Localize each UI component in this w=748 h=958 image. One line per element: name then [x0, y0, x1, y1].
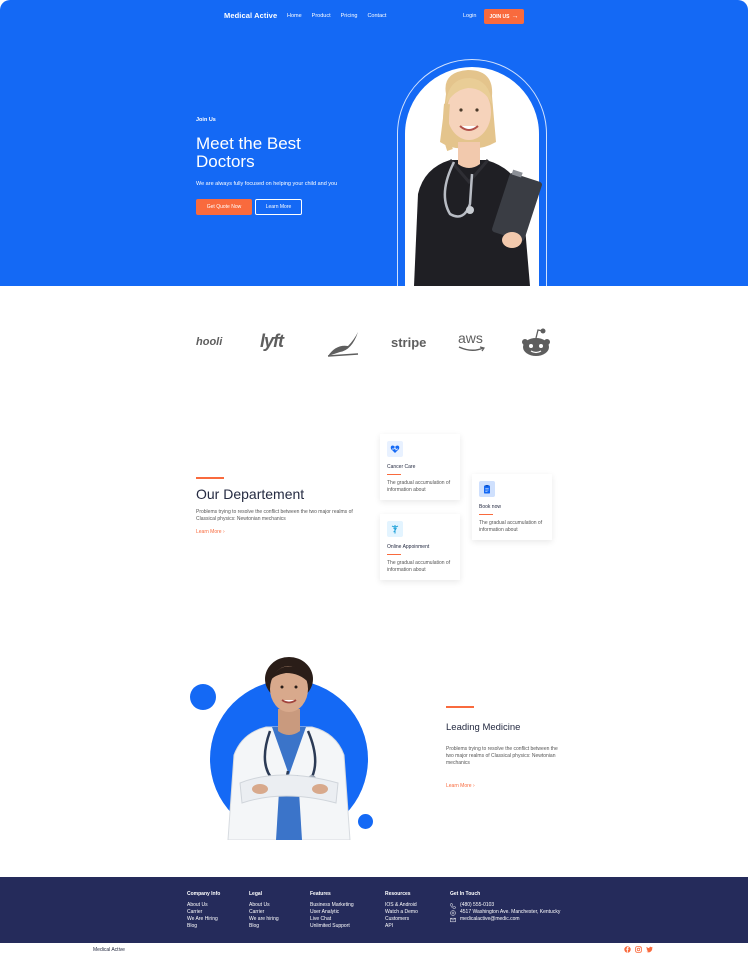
- learn-more-button[interactable]: Learn More: [255, 199, 302, 215]
- social-links: [624, 946, 653, 953]
- address-text: 4517 Washington Ave. Manchester, Kentuck…: [460, 909, 561, 915]
- facebook-icon[interactable]: [624, 946, 631, 953]
- footer-link[interactable]: We Are Hiring: [187, 916, 220, 923]
- bottom-bar: Medical Active: [0, 943, 748, 958]
- footer-link[interactable]: Unlimited Support: [310, 923, 354, 930]
- card-accent-line: [387, 474, 401, 475]
- footer-link[interactable]: Blog: [249, 923, 279, 930]
- card-accent-line: [479, 514, 493, 515]
- hero-subtitle: We are always fully focused on helping y…: [196, 181, 338, 187]
- aws-logo: aws: [458, 330, 483, 346]
- footer-link[interactable]: Live Chat: [310, 916, 354, 923]
- hero-section: Medical Active Home Product Pricing Cont…: [0, 0, 748, 286]
- email-text: medicalactive@medic.com: [460, 916, 520, 922]
- decorative-dot: [358, 814, 373, 829]
- footer-column-heading: Resources: [385, 891, 411, 897]
- brand-logo[interactable]: Medical Active: [224, 11, 277, 20]
- mail-icon: [450, 917, 456, 922]
- card-text: The gradual accumulation of information …: [387, 560, 451, 573]
- footer-column-heading: Legal: [249, 891, 263, 897]
- lyft-logo: lyft: [260, 331, 284, 351]
- leading-text: Problems trying to resolve the conflict …: [446, 746, 558, 766]
- footer-link[interactable]: Carrier: [187, 909, 220, 916]
- footer-column-heading: Features: [310, 891, 331, 897]
- main-nav: Home Product Pricing Contact: [287, 13, 386, 19]
- footer-link[interactable]: Business Marketing: [310, 902, 354, 909]
- clipboard-icon: [479, 481, 495, 497]
- location-icon: [450, 909, 456, 916]
- department-learn-more-link[interactable]: Learn More ›: [196, 529, 225, 535]
- footer-column-resources: Resources IOS & Android Watch a Demo Cus…: [385, 891, 418, 930]
- instagram-icon[interactable]: [635, 946, 642, 953]
- card-text: The gradual accumulation of information …: [479, 520, 543, 533]
- footer-email[interactable]: medicalactive@medic.com: [450, 916, 560, 923]
- footer-address[interactable]: 4517 Washington Ave. Manchester, Kentuck…: [450, 909, 560, 916]
- card-accent-line: [387, 554, 401, 555]
- footer-link[interactable]: API: [385, 923, 418, 930]
- footer-link[interactable]: Watch a Demo: [385, 909, 418, 916]
- hooli-logo: hooli: [196, 336, 223, 348]
- footer-column-heading: Company Info: [187, 891, 221, 897]
- chevron-right-icon: ›: [472, 783, 475, 789]
- department-text: Problems trying to resolve the conflict …: [196, 509, 353, 522]
- hero-title: Meet the Best Doctors: [196, 134, 301, 171]
- footer-link[interactable]: We are hiring: [249, 916, 279, 923]
- card-online-appointment[interactable]: Online Appoinment The gradual accumulati…: [380, 514, 460, 580]
- card-title: Online Appoinment: [387, 544, 430, 550]
- nav-home[interactable]: Home: [287, 13, 302, 19]
- join-us-button[interactable]: JOIN US →: [484, 9, 524, 24]
- login-link[interactable]: Login: [463, 13, 476, 19]
- card-title: Cancer Care: [387, 464, 416, 470]
- nav-pricing[interactable]: Pricing: [341, 13, 358, 19]
- footer-link[interactable]: About Us: [249, 902, 279, 909]
- get-quote-button[interactable]: Get Quote Now: [196, 199, 252, 215]
- phone-icon: [450, 902, 456, 909]
- footer-column-legal: Legal About Us Carrier We are hiring Blo…: [249, 891, 279, 930]
- arrow-right-icon: →: [511, 13, 519, 20]
- footer-column-contact: Get In Touch (480) 555-0103 4517 Washing…: [450, 891, 560, 923]
- card-title: Book now: [479, 504, 501, 510]
- card-cancer-care[interactable]: Cancer Care The gradual accumulation of …: [380, 434, 460, 500]
- footer: Company Info About Us Carrier We Are Hir…: [0, 877, 748, 943]
- leading-accent-line: [446, 706, 474, 708]
- footer-link[interactable]: Customers: [385, 916, 418, 923]
- card-book-now[interactable]: Book now The gradual accumulation of inf…: [472, 474, 552, 540]
- footer-link[interactable]: Blog: [187, 923, 220, 930]
- footer-column-heading: Get In Touch: [450, 891, 481, 897]
- doctor-woman-image: [414, 70, 542, 286]
- footer-link[interactable]: IOS & Android: [385, 902, 418, 909]
- department-learn-more-label: Learn More: [196, 529, 222, 535]
- department-accent-line: [196, 477, 224, 479]
- chevron-right-icon: ›: [222, 529, 225, 535]
- footer-link[interactable]: About Us: [187, 902, 220, 909]
- footer-link[interactable]: User Analytic: [310, 909, 354, 916]
- hero-eyebrow: Join Us: [196, 117, 216, 123]
- doctor-man-image: [227, 657, 351, 840]
- heart-pulse-icon: [387, 441, 403, 457]
- phone-text: (480) 555-0103: [460, 902, 495, 908]
- footer-column-company: Company Info About Us Carrier We Are Hir…: [187, 891, 220, 930]
- caduceus-icon: [387, 521, 403, 537]
- footer-link[interactable]: Carrier: [249, 909, 279, 916]
- department-title: Our Departement: [196, 486, 305, 502]
- footer-phone[interactable]: (480) 555-0103: [450, 902, 560, 909]
- footer-column-features: Features Business Marketing User Analyti…: [310, 891, 354, 930]
- card-text: The gradual accumulation of information …: [387, 480, 451, 493]
- leading-learn-more-link[interactable]: Learn More ›: [446, 783, 475, 789]
- join-us-label: JOIN US: [489, 13, 510, 20]
- leaf-logo-icon: [327, 332, 359, 357]
- partner-logos: hooli lyft stripe aws: [196, 326, 556, 362]
- leading-learn-more-label: Learn More: [446, 783, 472, 789]
- reddit-logo-icon: [522, 328, 550, 356]
- stripe-logo: stripe: [391, 335, 427, 350]
- aws-smile-icon: [458, 346, 485, 352]
- leading-title: Leading Medicine: [446, 722, 521, 733]
- decorative-dot: [190, 684, 216, 710]
- twitter-icon[interactable]: [646, 946, 653, 953]
- bottom-brand: Medical Active: [93, 947, 125, 953]
- nav-contact[interactable]: Contact: [367, 13, 386, 19]
- nav-product[interactable]: Product: [312, 13, 331, 19]
